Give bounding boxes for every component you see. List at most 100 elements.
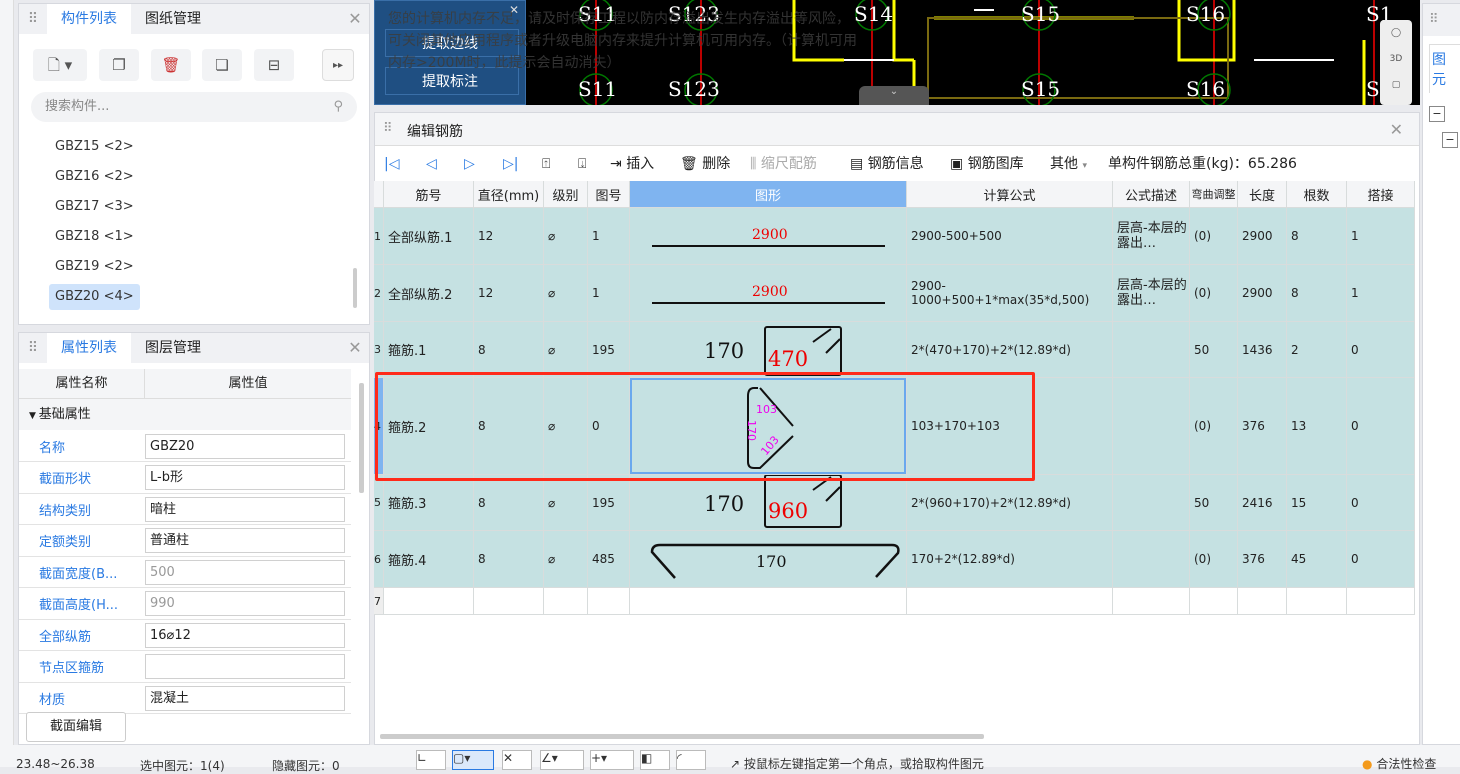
list-item[interactable]: GBZ16 <2> xyxy=(49,164,140,190)
cell-bar-number[interactable]: 全部纵筋.1 xyxy=(384,208,474,265)
arc-tool-button[interactable]: ◜ xyxy=(676,750,706,770)
close-icon[interactable]: ✕ xyxy=(341,333,369,363)
cell-figure-number[interactable]: 195 xyxy=(588,475,630,531)
cell-diameter[interactable]: 12 xyxy=(474,208,544,265)
list-item[interactable]: GBZ19 <2> xyxy=(49,254,140,280)
cell-shape[interactable]: 2900 xyxy=(630,265,907,322)
cell-count[interactable]: 13 xyxy=(1287,378,1347,475)
prev-row-icon[interactable]: ◁ xyxy=(426,150,437,178)
cross-select-button[interactable]: ✕ xyxy=(502,750,532,770)
cell-count[interactable]: 2 xyxy=(1287,322,1347,378)
cell-formula[interactable]: 170+2*(12.89*d) xyxy=(907,531,1113,588)
cell-length[interactable]: 2416 xyxy=(1238,475,1287,531)
scrollbar[interactable] xyxy=(359,383,364,493)
cell-lap[interactable]: 1 xyxy=(1347,208,1415,265)
cell-grade[interactable] xyxy=(544,588,588,615)
cell-bend-adjust[interactable]: (0) xyxy=(1190,378,1238,475)
tab-element[interactable]: 图元 xyxy=(1429,44,1460,93)
select-tool-button[interactable]: ∟ xyxy=(416,750,446,770)
rebar-info-button[interactable]: ▤ 钢筋信息 xyxy=(850,150,924,178)
cell-grade[interactable]: ⌀ xyxy=(544,322,588,378)
tab-property-list[interactable]: 属性列表 xyxy=(47,333,131,363)
cell-lap[interactable]: 0 xyxy=(1347,475,1415,531)
cell-shape[interactable]: 170 xyxy=(630,531,907,588)
row-index[interactable]: 3 xyxy=(374,322,384,378)
header-diameter[interactable]: 直径(mm) xyxy=(474,181,544,208)
cell-figure-number[interactable]: 1 xyxy=(588,265,630,322)
cell-formula[interactable]: 2900-1000+500+1*max(35*d,500) xyxy=(907,265,1113,322)
cell-formula[interactable]: 2*(960+170)+2*(12.89*d) xyxy=(907,475,1113,531)
row-index[interactable]: 7 xyxy=(374,588,384,615)
header-formula-desc[interactable]: 公式描述 xyxy=(1113,181,1190,208)
header-bar-number[interactable]: 筋号 xyxy=(384,181,474,208)
tab-drawing-management[interactable]: 图纸管理 xyxy=(131,4,215,34)
scrollbar[interactable] xyxy=(353,268,357,308)
cell-formula[interactable]: 2900-500+500 xyxy=(907,208,1113,265)
cell-count[interactable] xyxy=(1287,588,1347,615)
cell-bend-adjust[interactable] xyxy=(1190,588,1238,615)
cell-diameter[interactable]: 12 xyxy=(474,265,544,322)
row-index[interactable]: 2 xyxy=(374,265,384,322)
next-row-icon[interactable]: ▷ xyxy=(464,150,475,178)
collapse-arrow-icon[interactable]: ⌄ xyxy=(859,86,929,105)
cell-bar-number[interactable]: 全部纵筋.2 xyxy=(384,265,474,322)
move-up-icon[interactable]: ⍐ xyxy=(542,150,550,178)
cell-count[interactable]: 8 xyxy=(1287,208,1347,265)
cell-shape[interactable]: 170 470 xyxy=(630,322,907,378)
new-component-button[interactable]: 🗋 ▾ xyxy=(33,49,87,81)
cell-lap[interactable]: 0 xyxy=(1347,531,1415,588)
line-tool-button[interactable]: ∠▾ xyxy=(540,750,584,770)
insert-button[interactable]: ⇥ 插入 xyxy=(610,150,654,178)
cell-bend-adjust[interactable]: 50 xyxy=(1190,475,1238,531)
cell-bend-adjust[interactable]: (0) xyxy=(1190,265,1238,322)
cell-formula-desc[interactable] xyxy=(1113,322,1190,378)
property-value-input[interactable]: 990 xyxy=(145,591,345,616)
header-lap[interactable]: 搭接 xyxy=(1347,181,1415,208)
last-row-icon[interactable]: ▷| xyxy=(503,150,518,178)
search-input[interactable]: 搜索构件... ⚲ xyxy=(31,92,357,122)
group-basic-properties[interactable]: ▼ 基础属性 xyxy=(19,399,351,430)
cell-formula-desc[interactable] xyxy=(1113,475,1190,531)
property-value-input[interactable]: 500 xyxy=(145,559,345,585)
cell-length[interactable]: 376 xyxy=(1238,531,1287,588)
cell-lap[interactable]: 0 xyxy=(1347,378,1415,475)
expand-icon[interactable]: − xyxy=(1442,132,1458,148)
cell-formula-desc[interactable]: 层高-本层的露出… xyxy=(1113,265,1190,322)
list-item[interactable]: GBZ15 <2> xyxy=(49,134,140,160)
header-grade[interactable]: 级别 xyxy=(544,181,588,208)
fill-tool-button[interactable]: ◧ xyxy=(640,750,670,770)
cell-length[interactable]: 2900 xyxy=(1238,208,1287,265)
cell-lap[interactable]: 0 xyxy=(1347,322,1415,378)
property-value-input[interactable]: 暗柱 xyxy=(145,496,345,522)
cell-figure-number[interactable]: 485 xyxy=(588,531,630,588)
save-template-button[interactable]: ⊟ xyxy=(254,49,294,81)
duplicate-button[interactable]: ❏ xyxy=(202,49,242,81)
expand-icon[interactable]: − xyxy=(1429,106,1445,122)
cell-grade[interactable]: ⌀ xyxy=(544,265,588,322)
point-tool-button[interactable]: +▾ xyxy=(590,750,634,770)
cell-formula-desc[interactable] xyxy=(1113,531,1190,588)
cell-shape[interactable] xyxy=(630,588,907,615)
header-length[interactable]: 长度 xyxy=(1238,181,1287,208)
other-dropdown[interactable]: 其他 ▾ xyxy=(1050,150,1087,178)
cell-figure-number[interactable]: 195 xyxy=(588,322,630,378)
list-item[interactable]: GBZ17 <3> xyxy=(49,194,140,220)
property-value-input[interactable] xyxy=(145,654,345,679)
drag-grip-icon[interactable]: ⠿ xyxy=(1423,4,1460,36)
list-item[interactable]: GBZ18 <1> xyxy=(49,224,140,250)
drag-grip-icon[interactable]: ⠿ xyxy=(19,4,47,34)
property-value-input[interactable]: 16⌀12 xyxy=(145,622,345,648)
cell-grade[interactable]: ⌀ xyxy=(544,475,588,531)
rect-select-button[interactable]: ▢▾ xyxy=(452,750,494,770)
cell-diameter[interactable]: 8 xyxy=(474,322,544,378)
cell-shape[interactable]: 170 960 xyxy=(630,475,907,531)
cell-bar-number[interactable]: 箍筋.4 xyxy=(384,531,474,588)
close-icon[interactable]: ✕ xyxy=(1390,120,1403,139)
header-shape[interactable]: 图形 xyxy=(630,181,907,208)
header-formula[interactable]: 计算公式 xyxy=(907,181,1113,208)
cell-bend-adjust[interactable]: 50 xyxy=(1190,322,1238,378)
cell-diameter[interactable]: 8 xyxy=(474,475,544,531)
cell-count[interactable]: 8 xyxy=(1287,265,1347,322)
cell-count[interactable]: 15 xyxy=(1287,475,1347,531)
cell-figure-number[interactable]: 1 xyxy=(588,208,630,265)
